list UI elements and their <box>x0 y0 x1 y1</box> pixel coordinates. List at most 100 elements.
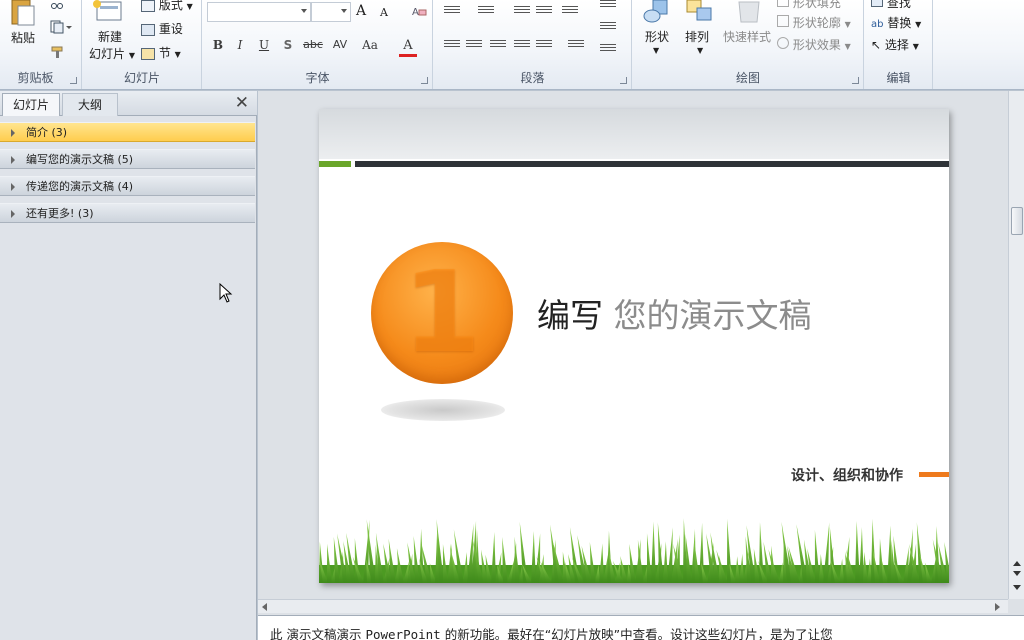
horizontal-scrollbar[interactable] <box>258 599 1008 613</box>
shape-outline-label: 形状轮廓 <box>792 16 841 30</box>
font-group-label: 字体 <box>305 71 330 85</box>
next-slide-icon[interactable] <box>1013 571 1021 576</box>
chevron-down-icon: ▼ <box>653 46 660 55</box>
align-text-icon[interactable] <box>600 22 616 34</box>
clear-format-icon[interactable]: A <box>411 4 427 18</box>
select-button[interactable]: ↖ 选择 ▼ <box>871 36 919 53</box>
expand-arrow-icon[interactable] <box>11 183 15 191</box>
underline-button[interactable]: U <box>255 38 273 52</box>
number-circle[interactable]: 1 <box>371 242 513 384</box>
increase-indent-icon[interactable] <box>536 6 552 18</box>
text-direction-icon[interactable] <box>600 0 616 12</box>
arrange-button[interactable]: 排列 ▼ <box>685 0 715 55</box>
tab-slides[interactable]: 幻灯片 <box>2 93 60 116</box>
reset-button[interactable]: 重设 <box>141 20 183 37</box>
cut-icon[interactable] <box>50 0 64 10</box>
change-case-button[interactable]: Aa <box>359 38 381 52</box>
grass-blade <box>531 531 536 583</box>
vertical-scroll-thumb[interactable] <box>1011 207 1023 235</box>
font-size-combo[interactable] <box>311 2 351 22</box>
quick-styles-button[interactable]: 快速样式 <box>723 0 771 44</box>
shapes-icon <box>643 0 668 23</box>
paragraph-launcher-icon[interactable] <box>620 77 627 84</box>
copy-icon[interactable] <box>50 20 72 34</box>
scroll-left-icon[interactable] <box>262 603 267 611</box>
section-item-more[interactable]: 还有更多! (3) <box>0 203 255 223</box>
bullets-icon[interactable] <box>444 6 460 18</box>
font-name-combo[interactable] <box>207 2 311 22</box>
notes-pane[interactable]: 此 演示文稿演示 PowerPoint 的新功能。最好在“幻灯片放映”中查看。设… <box>258 615 1024 640</box>
grow-font-button[interactable]: A <box>356 3 366 19</box>
font-launcher-icon[interactable] <box>421 77 428 84</box>
line-spacing-icon[interactable] <box>562 6 578 18</box>
distributed-icon[interactable] <box>536 40 552 52</box>
ribbon: 粘贴 剪贴板 新建 幻灯片 ▼ 版式 ▼ 重设 节 ▼ 幻灯片 A A A B … <box>0 0 1024 90</box>
new-slide-label-2: 幻灯片 <box>89 47 126 61</box>
smartart-icon[interactable] <box>600 44 616 56</box>
chevron-down-icon: ▼ <box>186 2 193 11</box>
section-item-intro[interactable]: 简介 (3) <box>0 122 255 142</box>
slide-title[interactable]: 编写 您的演示文稿 <box>537 289 812 337</box>
strikethrough-button[interactable]: abc <box>301 38 325 51</box>
decrease-indent-icon[interactable] <box>514 6 530 18</box>
select-arrow-icon: ↖ <box>871 38 882 52</box>
scroll-down-icon[interactable] <box>1013 585 1021 590</box>
align-right-icon[interactable] <box>490 40 506 52</box>
grass-blade <box>491 532 496 583</box>
shape-effects-button[interactable]: 形状效果 ▼ <box>777 36 851 53</box>
replace-button[interactable]: ab 替换 ▼ <box>871 14 921 31</box>
new-slide-button[interactable]: 新建 幻灯片 ▼ <box>89 0 135 61</box>
section-button[interactable]: 节 ▼ <box>141 44 181 61</box>
select-label: 选择 <box>884 38 909 52</box>
notes-app-name: PowerPoint <box>365 627 441 640</box>
slide-canvas[interactable]: 1 编写 您的演示文稿 设计、组织和协作 <box>319 109 949 583</box>
vertical-scrollbar[interactable] <box>1008 91 1024 599</box>
arrange-icon <box>686 0 712 21</box>
grass-blade <box>599 543 604 583</box>
reset-label: 重设 <box>158 22 183 36</box>
layout-button[interactable]: 版式 ▼ <box>141 0 193 13</box>
text-shadow-button[interactable]: S <box>279 38 297 52</box>
drawing-launcher-icon[interactable] <box>852 77 859 84</box>
slide-subtitle[interactable]: 设计、组织和协作 <box>791 465 903 485</box>
clipboard-launcher-icon[interactable] <box>70 77 77 84</box>
tab-outline[interactable]: 大纲 <box>62 93 118 116</box>
shape-effects-label: 形状效果 <box>792 38 841 52</box>
paint-bucket-icon <box>777 0 789 7</box>
paragraph-group: 段落 <box>434 0 632 89</box>
grass-blade <box>814 529 820 583</box>
shapes-button[interactable]: 形状 ▼ <box>643 0 669 55</box>
expand-arrow-icon[interactable] <box>11 129 15 137</box>
shape-fill-button[interactable]: 形状填充 <box>777 0 841 11</box>
bold-button[interactable]: B <box>209 38 227 52</box>
arrange-label: 排列 <box>685 30 710 44</box>
close-icon[interactable]: ✕ <box>235 93 249 113</box>
scroll-right-icon[interactable] <box>995 603 1000 611</box>
chevron-down-icon: ▼ <box>844 20 851 29</box>
justify-icon[interactable] <box>514 40 530 52</box>
align-center-icon[interactable] <box>466 40 482 52</box>
grass-blade <box>859 527 864 583</box>
grass-blade <box>651 521 656 583</box>
prev-slide-icon[interactable] <box>1013 561 1021 566</box>
shape-outline-button[interactable]: 形状轮廓 ▼ <box>777 14 851 31</box>
char-spacing-button[interactable]: AV <box>329 38 351 51</box>
section-item-compose[interactable]: 编写您的演示文稿 (5) <box>0 149 255 169</box>
numbering-icon[interactable] <box>478 6 494 18</box>
section-item-deliver[interactable]: 传递您的演示文稿 (4) <box>0 176 255 196</box>
columns-icon[interactable] <box>568 40 584 52</box>
expand-arrow-icon[interactable] <box>11 210 15 218</box>
slide-editor: 1 编写 您的演示文稿 设计、组织和协作 此 演示文稿演示 PowerPoint… <box>258 91 1024 640</box>
expand-arrow-icon[interactable] <box>11 156 15 164</box>
paste-button[interactable]: 粘贴 <box>8 0 38 45</box>
font-color-button[interactable]: A <box>399 38 417 57</box>
section-label: 简介 (3) <box>26 126 68 139</box>
shrink-font-button[interactable]: A <box>380 6 388 19</box>
shape-fill-label: 形状填充 <box>792 0 841 10</box>
section-label: 传递您的演示文稿 (4) <box>26 180 134 193</box>
italic-button[interactable]: I <box>231 38 249 52</box>
find-button[interactable]: 查找 <box>871 0 911 11</box>
format-painter-icon[interactable] <box>50 45 66 59</box>
align-left-icon[interactable] <box>444 40 460 52</box>
layout-label: 版式 <box>158 0 183 12</box>
